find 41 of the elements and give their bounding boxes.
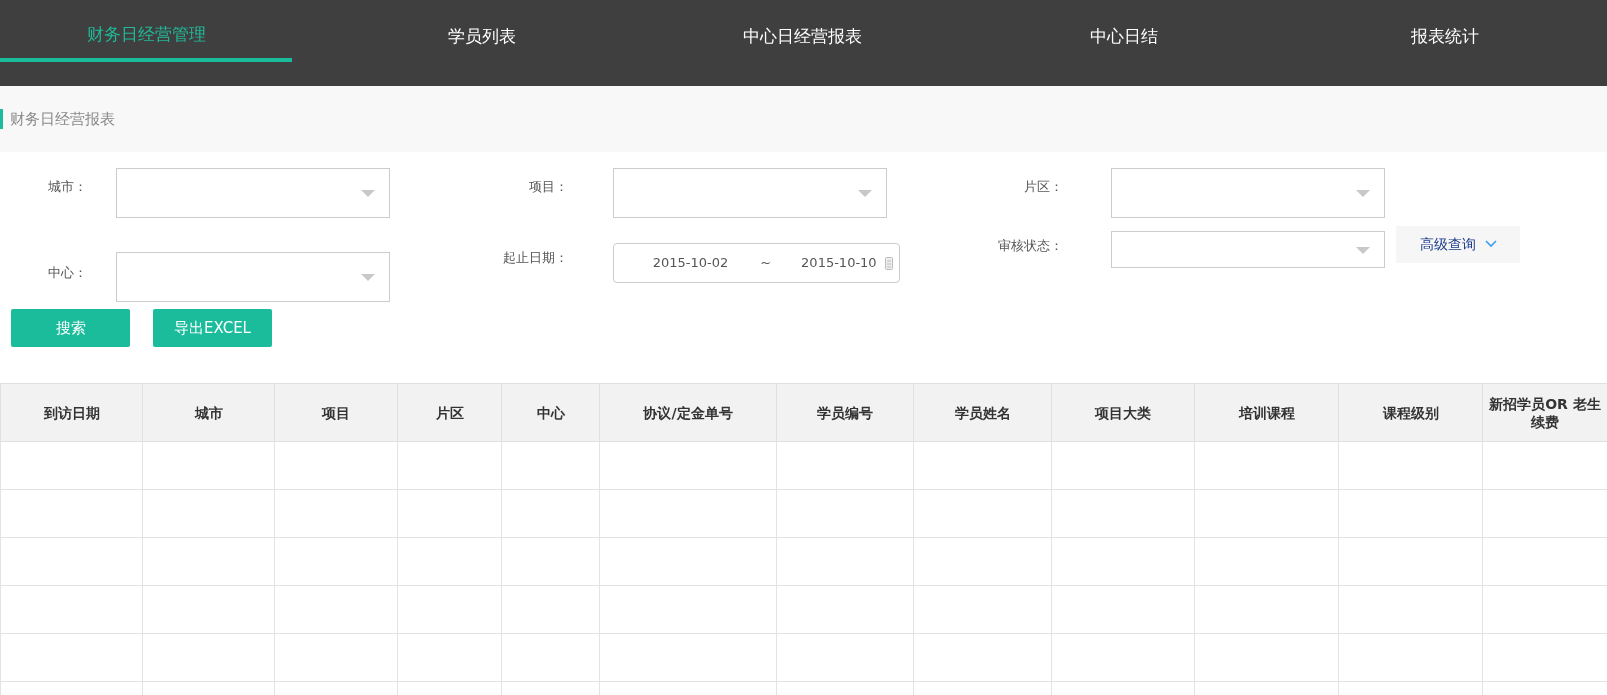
dropdown-field[interactable] — [613, 168, 887, 218]
column-header: 中心 — [501, 383, 600, 442]
dropdown-arrow-icon — [1356, 190, 1370, 197]
end-date: 2015-10-10 — [801, 254, 877, 273]
column-header: 片区 — [397, 383, 502, 442]
column-header: 学员编号 — [776, 383, 914, 442]
column-header: 学员姓名 — [913, 383, 1052, 442]
dropdown-field[interactable] — [1111, 231, 1385, 268]
field-label: 片区： — [1024, 179, 1063, 194]
calendar-icon — [884, 256, 893, 270]
start-date: 2015-10-02 — [652, 254, 729, 273]
dropdown-arrow-icon — [1356, 246, 1370, 254]
nav-tab[interactable]: 财务日经营管理 — [0, 0, 292, 62]
dropdown-field[interactable] — [1111, 168, 1385, 218]
range-separator: ~ — [760, 254, 772, 273]
dropdown-arrow-icon — [361, 274, 375, 281]
field-label: 项目： — [529, 179, 568, 194]
column-header: 新招学员OR 老生续费 — [1482, 383, 1607, 442]
field-label: 中心： — [48, 265, 87, 280]
column-header: 课程级别 — [1338, 383, 1483, 442]
field-label: 起止日期： — [502, 250, 568, 265]
advanced-query-button[interactable]: 高级查询 — [1396, 226, 1520, 263]
nav-tab[interactable]: 中心日经营报表 — [642, 0, 963, 62]
field-label: 审核状态： — [998, 238, 1063, 253]
column-header: 协议/定金单号 — [599, 383, 777, 442]
dropdown-field[interactable] — [116, 252, 390, 302]
column-header: 城市 — [142, 383, 275, 442]
nav-tab[interactable]: 学员列表 — [321, 0, 642, 62]
dropdown-arrow-icon — [361, 190, 375, 197]
nav-tab[interactable]: 中心日结 — [963, 0, 1284, 62]
dropdown-field[interactable] — [116, 168, 390, 218]
column-header: 培训课程 — [1194, 383, 1339, 442]
dropdown-arrow-icon — [858, 190, 872, 197]
nav-tab[interactable]: 报表统计 — [1284, 0, 1605, 62]
date-range-field[interactable]: 2015-10-02 ~ 2015-10-10 — [612, 243, 900, 283]
column-header: 项目大类 — [1051, 383, 1195, 442]
column-header: 项目 — [274, 383, 398, 442]
breadcrumb-title: 财务日经营报表 — [0, 109, 115, 129]
field-label: 城市： — [48, 179, 87, 194]
column-header: 到访日期 — [0, 383, 143, 442]
chevron-down-icon — [1484, 240, 1497, 248]
